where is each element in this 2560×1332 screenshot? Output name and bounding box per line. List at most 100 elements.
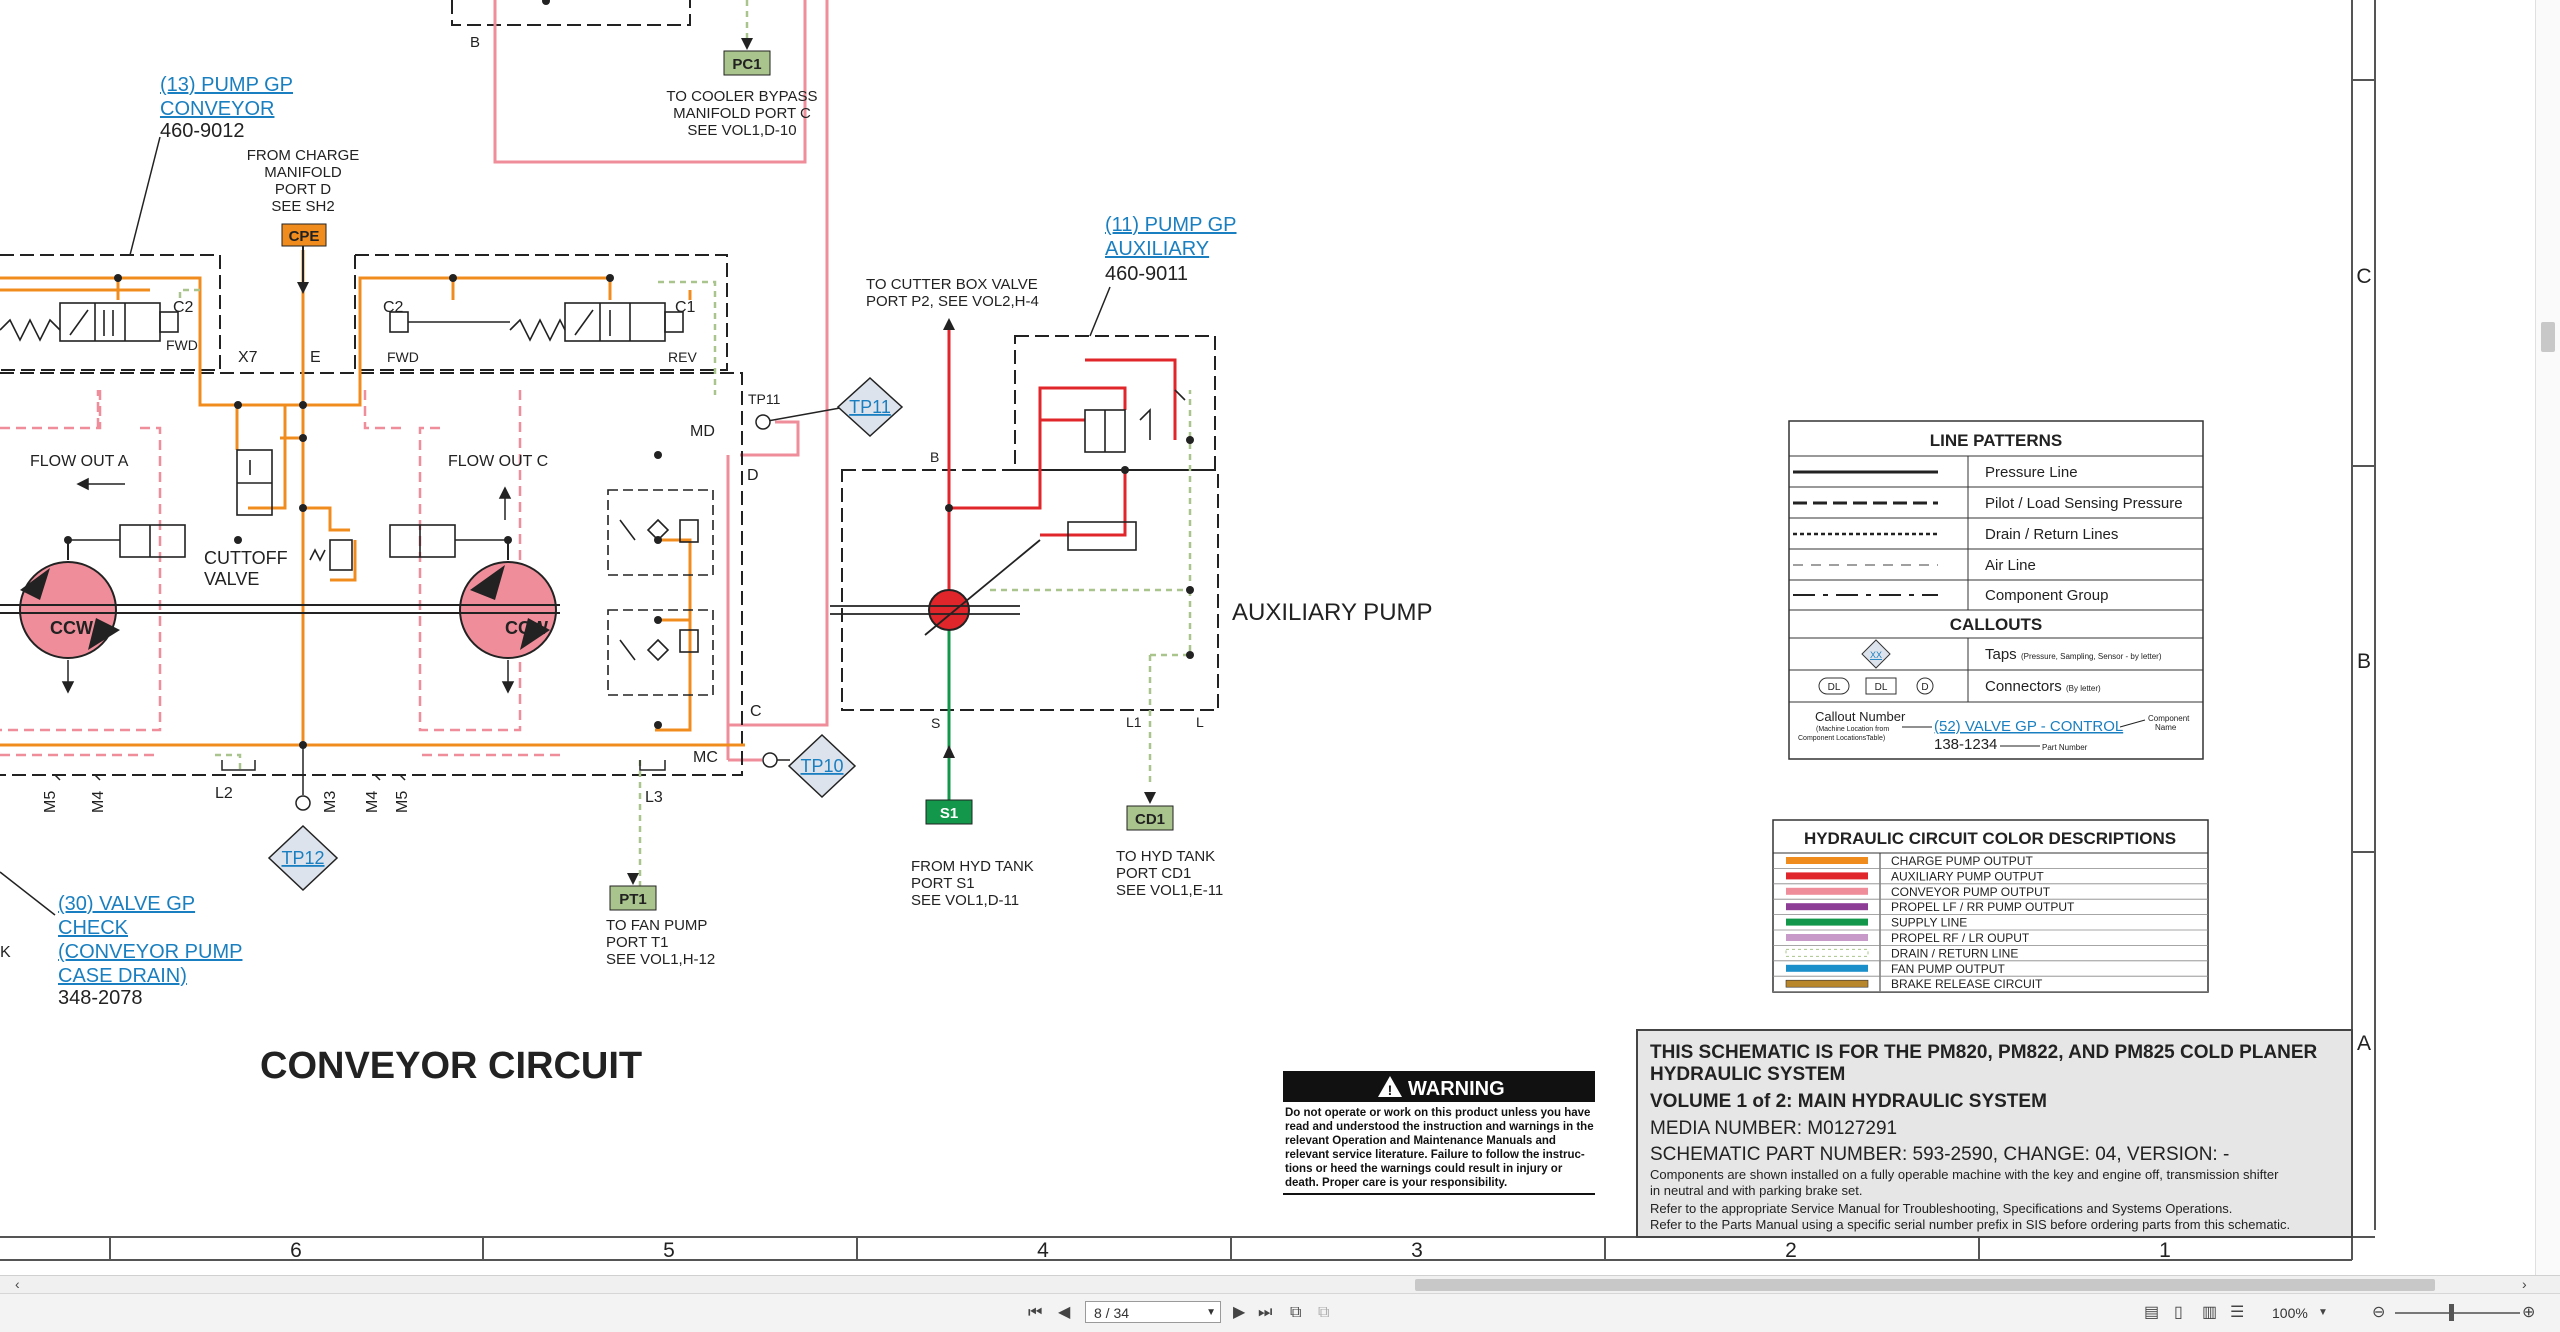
label-fwd-mid: FWD [387, 349, 419, 365]
warning-line-1: read and understood the instruction and … [1285, 1121, 1594, 1133]
zoom-dropdown-icon[interactable]: ▼ [2318, 1302, 2328, 1324]
port-ticks [54, 760, 666, 781]
aux-pump-drain [990, 390, 1192, 785]
color-label-4: SUPPLY LINE [1891, 916, 1967, 930]
title-schematic: SCHEMATIC PART NUMBER: 593-2590, CHANGE:… [1650, 1144, 2229, 1165]
horizontal-scroll-thumb[interactable] [1415, 1279, 2435, 1291]
svg-text:PORT D: PORT D [275, 181, 331, 198]
vertical-scrollbar[interactable] [2535, 0, 2560, 1275]
label-m5a: M5 [42, 791, 59, 813]
svg-text:FROM HYD TANK: FROM HYD TANK [911, 858, 1034, 875]
title-media: MEDIA NUMBER: M0127291 [1650, 1118, 1897, 1139]
legend-pattern-1: Pilot / Load Sensing Pressure [1985, 495, 2183, 512]
leader-lines [0, 136, 1111, 916]
legend-pattern-0: Pressure Line [1985, 464, 2078, 481]
zoom-out-icon[interactable]: ⊖ [2372, 1302, 2385, 1324]
pump-mid: CCW [459, 561, 557, 659]
title-line3: VOLUME 1 of 2: MAIN HYDRAULIC SYSTEM [1650, 1091, 2047, 1112]
last-page-icon[interactable]: ⏭ [1258, 1302, 1272, 1324]
scroll-left-icon[interactable]: ‹ [15, 1273, 20, 1295]
color-swatch-7 [1786, 964, 1868, 972]
pump13-part: 460-9012 [160, 120, 245, 142]
servo-cylinders [68, 524, 508, 558]
grid-col-3: 3 [1411, 1239, 1423, 1262]
label-aux-b: B [930, 449, 939, 465]
warning-line-5: death. Proper care is your responsibilit… [1285, 1177, 1507, 1189]
schematic-canvas: 6 5 4 3 2 1 C B A B CCW CCW CPE PC1 TP11… [0, 0, 2376, 1262]
title-note3: Refer to the appropriate Service Manual … [1650, 1201, 2232, 1216]
s1-arrow [943, 745, 955, 758]
prev-page-icon[interactable]: ◀ [1058, 1302, 1070, 1324]
warning-line-0: Do not operate or work on this product u… [1285, 1107, 1590, 1119]
cover-view-icon[interactable]: ☰ [2230, 1302, 2244, 1324]
svg-text:MANIFOLD: MANIFOLD [264, 164, 342, 181]
label-e: E [310, 349, 321, 366]
horizontal-scrollbar[interactable]: ‹ › [0, 1275, 2560, 1294]
svg-text:PORT CD1: PORT CD1 [1116, 865, 1191, 882]
note-hydtank-s1: FROM HYD TANK PORT S1 SEE VOL1,D-11 [911, 858, 1034, 909]
continuous-view-icon[interactable]: ▯ [2174, 1302, 2183, 1324]
label-c: C [750, 703, 762, 720]
label-rev-mid: REV [668, 349, 697, 365]
cd1-label: CD1 [1135, 811, 1165, 828]
tp12-tap [267, 745, 339, 892]
zoom-slider-knob[interactable] [2449, 1304, 2454, 1321]
valve30-line2: CHECK [58, 917, 129, 939]
pump11-line2: AUXILIARY [1105, 238, 1209, 260]
label-cutoff-2: VALVE [204, 569, 259, 589]
tp11-small-label: TP11 [748, 391, 781, 407]
pt1-label: PT1 [619, 891, 647, 908]
facing-view-icon[interactable]: ▥ [2202, 1302, 2217, 1324]
drain-green-lines [178, 280, 717, 900]
grid-col-5: 5 [663, 1239, 675, 1262]
label-flow-out-c: FLOW OUT C [448, 453, 548, 470]
legend-conn-dl1: DL [1828, 682, 1841, 693]
svg-text:FROM CHARGE: FROM CHARGE [247, 147, 360, 164]
label-d: D [747, 467, 759, 484]
label-l3: L3 [645, 789, 663, 806]
fit-page-icon[interactable]: ⧉ [1318, 1302, 1329, 1324]
title-note1: Components are shown installed on a full… [1650, 1167, 2279, 1182]
color-label-0: CHARGE PUMP OUTPUT [1891, 854, 2033, 868]
grid-row-a: A [2357, 1032, 2371, 1055]
pump11-part: 460-9011 [1105, 263, 1188, 285]
rotate-view-icon[interactable]: ⧉ [1290, 1302, 1301, 1324]
legend-callout-note2: Component LocationsTable) [1798, 735, 1885, 742]
valve30-line3: (CONVEYOR PUMP [58, 941, 242, 963]
scroll-right-icon[interactable]: › [2522, 1273, 2527, 1295]
legend-pattern-3: Air Line [1985, 557, 2036, 574]
color-label-6: DRAIN / RETURN LINE [1891, 946, 2018, 960]
page-dropdown-icon[interactable]: ▼ [1206, 1302, 1216, 1324]
legend-component-name2: Name [2155, 723, 2177, 732]
svg-text:TO COOLER BYPASS: TO COOLER BYPASS [666, 88, 817, 105]
single-page-view-icon[interactable]: ▤ [2144, 1302, 2159, 1324]
vertical-scroll-thumb[interactable] [2541, 322, 2555, 352]
color-label-5: PROPEL RF / LR OUPUT [1891, 931, 2030, 945]
pump13-line2: CONVEYOR [160, 98, 274, 120]
label-c1-mid: C1 [675, 299, 696, 316]
callout-valve30: (30) VALVE GP CHECK (CONVEYOR PUMP CASE … [58, 893, 242, 1009]
callout-pump11: (11) PUMP GP AUXILIARY 460-9011 [1105, 214, 1237, 285]
s1-label: S1 [940, 805, 958, 822]
pt1-arrow [627, 873, 639, 885]
legend-pattern-2: Drain / Return Lines [1985, 526, 2118, 543]
viewer-toolbar: ⏮ ◀ 8 / 34 ▼ ▶ ⏭ ⧉ ⧉ ▤ ▯ ▥ ☰ 100% ▼ ⊖ ⊕ [0, 1293, 2560, 1332]
title-line1: THIS SCHEMATIC IS FOR THE PM820, PM822, … [1650, 1042, 2317, 1063]
label-m5b: M5 [394, 791, 411, 813]
cd1-arrow [1144, 792, 1156, 804]
next-page-icon[interactable]: ▶ [1233, 1302, 1245, 1324]
zoom-level[interactable]: 100% [2272, 1302, 2308, 1324]
zoom-in-icon[interactable]: ⊕ [2522, 1302, 2535, 1324]
first-page-icon[interactable]: ⏮ [1028, 1302, 1042, 1324]
zoom-slider[interactable] [2395, 1312, 2520, 1314]
legend-title-callouts: CALLOUTS [1950, 615, 2043, 634]
title-block: THIS SCHEMATIC IS FOR THE PM820, PM822, … [1636, 1029, 2353, 1238]
aux-pump-label: AUXILIARY PUMP [1232, 599, 1433, 626]
title-note2: in neutral and with parking brake set. [1650, 1183, 1862, 1198]
grid-col-2: 2 [1785, 1239, 1797, 1262]
label-x7: X7 [238, 349, 258, 366]
page-indicator[interactable]: 8 / 34 ▼ [1085, 1301, 1221, 1323]
legend-part-number: Part Number [2042, 743, 2088, 752]
note-cooler: TO COOLER BYPASS MANIFOLD PORT C SEE VOL… [666, 88, 817, 139]
document-viewer: 6 5 4 3 2 1 C B A B CCW CCW CPE PC1 TP11… [0, 0, 2560, 1332]
